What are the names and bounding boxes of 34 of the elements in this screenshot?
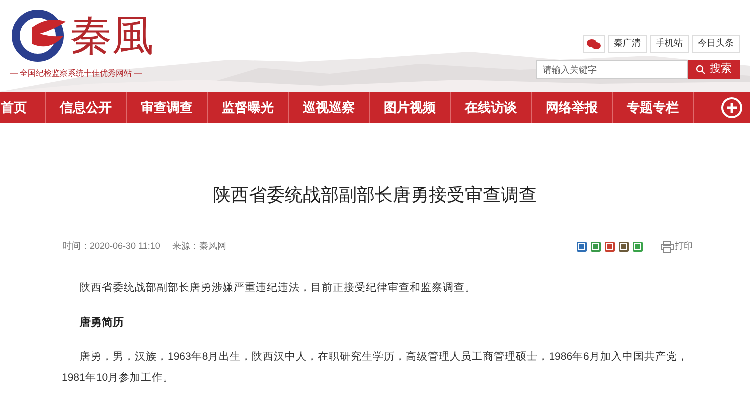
nav-item[interactable]: 专题专栏 — [627, 98, 679, 118]
search-icon — [696, 64, 706, 74]
publish-time: 时间：2020-06-30 11:10 — [63, 240, 160, 253]
article-paragraph: 唐勇，男，汉族，1963年8月出生，陕西汉中人，在职研究生学历，高级管理人员工商管理硕士，1986年6月加入中国共产党，1981年10月参加工作。 — [62, 350, 690, 386]
header-link[interactable]: 秦广清 — [608, 35, 647, 53]
share-icon[interactable] — [591, 242, 601, 252]
nav-item[interactable]: 审查调查 — [141, 98, 193, 118]
logo-icon — [10, 8, 66, 64]
tagline: — 全国纪检监察系统十佳优秀网站 — — [10, 68, 144, 80]
share-icon[interactable] — [619, 242, 629, 252]
header-link[interactable]: 手机站 — [650, 35, 689, 53]
share-icon[interactable] — [605, 242, 615, 252]
nav-item[interactable]: 网络举报 — [546, 98, 598, 118]
search-field[interactable]: 请输入关键字 — [536, 60, 688, 79]
search-button[interactable]: 搜索 — [688, 60, 740, 79]
share-icon[interactable] — [577, 242, 587, 252]
plus-icon[interactable] — [721, 96, 743, 118]
nav-item[interactable]: 巡视巡察 — [303, 98, 355, 118]
wechat-button[interactable] — [583, 35, 605, 53]
article-title: 陕西省委统战部副部长唐勇接受审查调查 — [213, 184, 537, 207]
share-icon[interactable] — [633, 242, 643, 252]
nav-item[interactable]: 监督曝光 — [222, 98, 274, 118]
chat-bubbles-icon — [587, 38, 601, 50]
section-heading: 唐勇简历 — [80, 316, 125, 330]
nav-item[interactable]: 信息公开 — [60, 98, 112, 118]
article-source: 来源：秦风网 — [172, 240, 226, 253]
printer-icon[interactable] — [661, 240, 674, 253]
nav-item[interactable]: 在线访谈 — [465, 98, 517, 118]
nav-item[interactable]: 图片视频 — [384, 98, 436, 118]
logo-text: 秦風 — [70, 15, 154, 57]
nav-item[interactable]: 首页 — [1, 98, 27, 118]
header-link[interactable]: 今日头条 — [692, 35, 740, 53]
print-link[interactable]: 打印 — [675, 240, 693, 254]
article-paragraph: 陕西省委统战部副部长唐勇涉嫌严重违纪违法，目前正接受纪律审查和监察调查。 — [79, 280, 477, 296]
